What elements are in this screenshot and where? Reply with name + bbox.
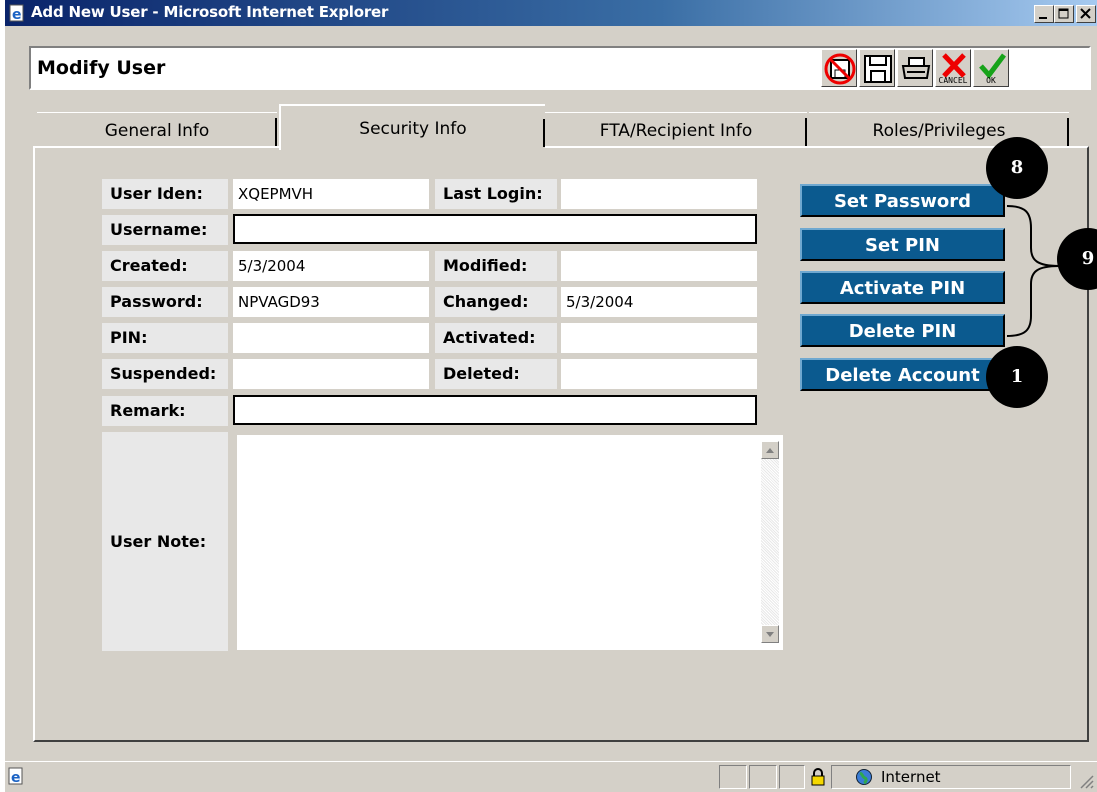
last-login-value — [561, 179, 757, 209]
close-icon — [1080, 8, 1091, 19]
delete-account-button[interactable]: Delete Account — [800, 358, 1005, 391]
status-text-area — [29, 765, 719, 789]
pin-label: PIN: — [102, 323, 228, 353]
status-segment — [749, 765, 777, 789]
delete-pin-button[interactable]: Delete PIN — [800, 314, 1005, 347]
header-box: Modify User CANCEL OK — [29, 46, 1091, 90]
callout-1: 1 — [986, 346, 1048, 408]
no-save-button[interactable] — [821, 49, 857, 87]
tab-label: Roles/Privileges — [872, 121, 1006, 141]
tab-divider — [543, 119, 545, 147]
user-note-scrollbar[interactable] — [761, 441, 779, 643]
tab-divider — [275, 118, 277, 146]
created-value: 5/3/2004 — [233, 251, 429, 281]
page-title: Modify User — [37, 57, 166, 79]
set-password-button[interactable]: Set Password — [800, 184, 1005, 217]
remark-input[interactable] — [233, 395, 757, 425]
globe-icon — [856, 769, 872, 785]
ie-page-icon: e — [9, 4, 24, 22]
tab-label: Security Info — [359, 119, 467, 139]
changed-label: Changed: — [435, 287, 557, 317]
user-iden-value: XQEPMVH — [233, 179, 429, 209]
status-segment — [779, 765, 805, 789]
suspended-value — [233, 359, 429, 389]
tab-label: FTA/Recipient Info — [599, 121, 753, 141]
page-header: Modify User CANCEL OK — [5, 27, 1097, 103]
tab-divider — [1067, 118, 1069, 146]
callout-8: 8 — [986, 137, 1048, 199]
no-save-icon — [824, 53, 856, 85]
page-status-icon: e — [8, 767, 23, 785]
save-button[interactable] — [859, 49, 895, 87]
ok-caption: OK — [986, 76, 996, 85]
status-segment — [719, 765, 747, 789]
printer-icon — [901, 57, 931, 79]
activated-label: Activated: — [435, 323, 557, 353]
floppy-disk-icon — [864, 55, 892, 83]
svg-text:e: e — [12, 7, 22, 22]
cancel-caption: CANCEL — [938, 76, 968, 85]
remark-label: Remark: — [102, 396, 228, 426]
scroll-up-button[interactable] — [761, 441, 779, 459]
tab-general-info[interactable]: General Info — [37, 112, 277, 147]
scroll-down-button[interactable] — [761, 625, 779, 643]
minimize-button[interactable] — [1034, 5, 1054, 23]
triangle-down-icon — [766, 632, 774, 637]
changed-value: 5/3/2004 — [561, 287, 757, 317]
tab-divider — [805, 118, 807, 146]
deleted-value — [561, 359, 757, 389]
modified-value — [561, 251, 757, 281]
username-label: Username: — [102, 215, 228, 245]
title-bar: e Add New User - Microsoft Internet Expl… — [5, 0, 1097, 26]
ok-button[interactable]: OK — [973, 49, 1009, 87]
print-button[interactable] — [897, 49, 933, 87]
tab-security-info[interactable]: Security Info — [279, 104, 545, 150]
status-bar: e Internet — [5, 761, 1097, 792]
close-button[interactable] — [1076, 5, 1096, 23]
deleted-label: Deleted: — [435, 359, 557, 389]
pin-value — [233, 323, 429, 353]
tab-label: General Info — [104, 121, 210, 141]
password-label: Password: — [102, 287, 228, 317]
triangle-up-icon — [766, 448, 774, 453]
maximize-button[interactable] — [1054, 5, 1074, 23]
user-note-textarea[interactable] — [237, 435, 783, 650]
modified-label: Modified: — [435, 251, 557, 281]
cancel-button[interactable]: CANCEL — [935, 49, 971, 87]
maximize-icon — [1058, 8, 1069, 19]
user-iden-label: User Iden: — [102, 179, 228, 209]
username-input[interactable] — [233, 214, 757, 244]
activate-pin-button[interactable]: Activate PIN — [800, 271, 1005, 304]
set-pin-button[interactable]: Set PIN — [800, 228, 1005, 261]
window-title: Add New User - Microsoft Internet Explor… — [31, 3, 389, 21]
lock-icon — [811, 768, 825, 786]
minimize-icon — [1039, 17, 1047, 19]
suspended-label: Suspended: — [102, 359, 228, 389]
password-value: NPVAGD93 — [233, 287, 429, 317]
resize-grip-icon[interactable] — [1077, 772, 1095, 790]
created-label: Created: — [102, 251, 228, 281]
svg-text:e: e — [11, 770, 21, 785]
browser-window: e Add New User - Microsoft Internet Expl… — [4, 0, 1097, 792]
last-login-label: Last Login: — [435, 179, 557, 209]
activated-value — [561, 323, 757, 353]
zone-label: Internet — [881, 768, 941, 786]
tab-fta-recipient-info[interactable]: FTA/Recipient Info — [545, 112, 807, 147]
user-note-label: User Note: — [102, 432, 228, 651]
